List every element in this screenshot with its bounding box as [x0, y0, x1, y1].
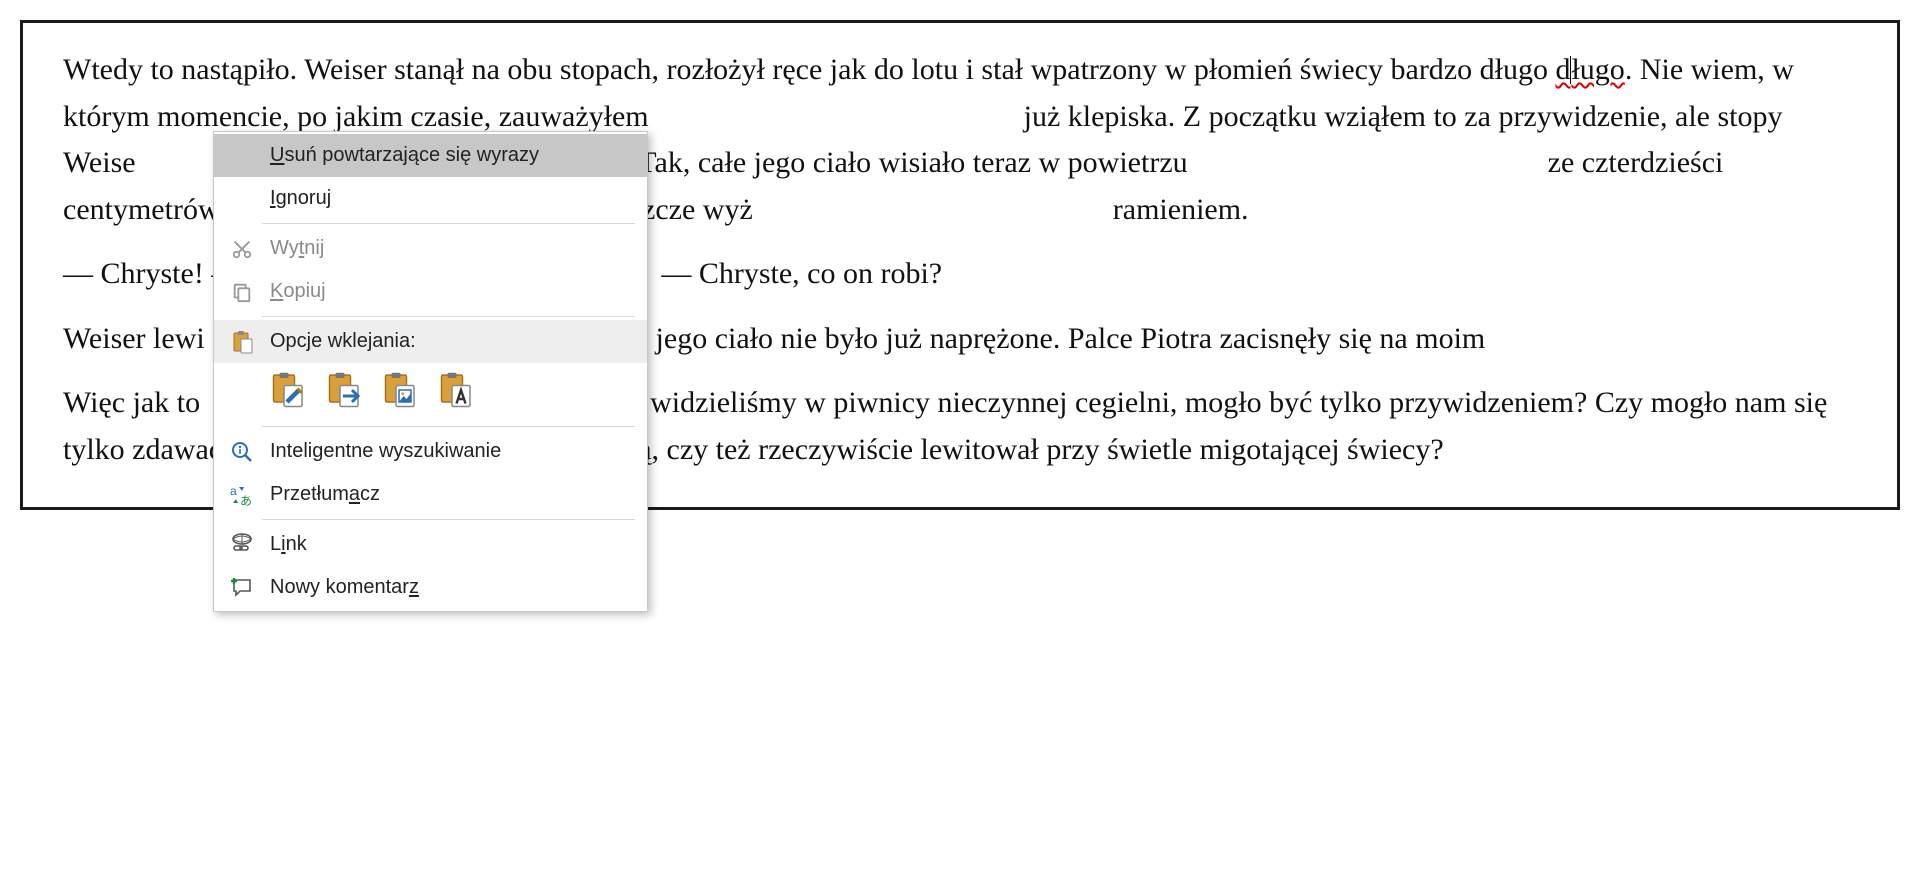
paste-as-picture[interactable] [376, 367, 422, 413]
menu-ignore[interactable]: Ignoruj [214, 177, 647, 220]
menu-label: Wytnij [270, 233, 633, 264]
menu-label: Opcje wklejania: [270, 326, 633, 357]
menu-delete-repeated-words[interactable]: Usuń powtarzające się wyrazy [214, 134, 647, 177]
blank-icon [228, 186, 256, 212]
menu-separator [262, 223, 635, 224]
menu-label: Nowy komentarz [270, 572, 633, 603]
paste-keep-source-formatting[interactable] [264, 367, 310, 413]
link-icon [228, 532, 256, 558]
comment-add-icon [228, 575, 256, 601]
translate-icon: a あ [228, 482, 256, 508]
menu-label: Kopiuj [270, 276, 633, 307]
menu-label: Usuń powtarzające się wyrazy [270, 140, 633, 171]
menu-label: Inteligentne wyszukiwanie [270, 436, 633, 467]
svg-text:あ: あ [240, 494, 252, 507]
menu-cut[interactable]: Wytnij [214, 227, 647, 270]
menu-label: Ignoruj [270, 183, 633, 214]
scissors-icon [228, 236, 256, 262]
error-text-post: ługo [1571, 53, 1624, 86]
menu-separator [262, 316, 635, 317]
magnifier-info-icon [228, 439, 256, 465]
document-page: Wtedy to nastąpiło. Weiser stanął na obu… [20, 20, 1900, 510]
context-menu: Usuń powtarzające się wyrazy Ignoruj Wyt… [213, 131, 648, 612]
menu-smart-lookup[interactable]: Inteligentne wyszukiwanie [214, 430, 647, 473]
copy-icon [228, 279, 256, 305]
svg-text:a: a [230, 484, 237, 498]
menu-separator [262, 426, 635, 427]
menu-label: Przetłumacz [270, 479, 633, 510]
menu-separator [262, 519, 635, 520]
paste-merge-formatting[interactable] [320, 367, 366, 413]
menu-copy[interactable]: Kopiuj [214, 270, 647, 313]
error-text-pre: d [1555, 53, 1570, 86]
body-text: Wtedy to nastąpiło. Weiser stanął na obu… [63, 53, 1555, 86]
body-text: i jego ciało nie było już naprężone. Pal… [640, 322, 1486, 355]
menu-label: Link [270, 529, 633, 560]
paste-options-row [214, 363, 647, 423]
menu-paste-options-header: Opcje wklejania: [214, 320, 647, 363]
paste-text-only[interactable] [432, 367, 478, 413]
body-text: Weiser lewi [63, 322, 205, 355]
body-text: ramieniem. [1113, 193, 1249, 226]
repeated-word-error[interactable]: długo [1555, 53, 1624, 86]
blank-icon [228, 143, 256, 169]
menu-new-comment[interactable]: Nowy komentarz [214, 566, 647, 609]
body-text: — Chryste, co on robi? [661, 257, 942, 290]
menu-translate[interactable]: a あ Przetłumacz [214, 473, 647, 516]
body-text: Więc jak to [63, 386, 200, 419]
paste-icon [228, 329, 256, 355]
menu-link[interactable]: Link [214, 523, 647, 566]
